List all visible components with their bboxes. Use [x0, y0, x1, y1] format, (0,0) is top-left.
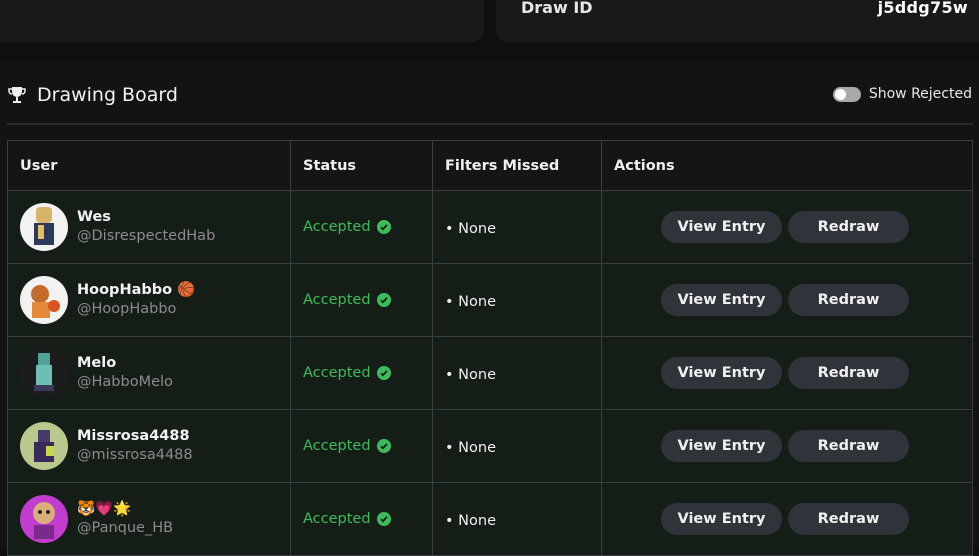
redraw-button[interactable]: Redraw — [788, 211, 909, 243]
header-status: Status — [290, 140, 433, 191]
filters-missed-value: • None — [445, 366, 496, 383]
user-handle[interactable]: @missrosa4488 — [77, 446, 193, 465]
user-cell: Missrosa4488 @missrosa4488 — [7, 409, 291, 483]
check-circle-icon — [376, 512, 391, 526]
actions-cell: View Entry Redraw — [601, 263, 973, 337]
user-handle[interactable]: @HoopHabbo — [77, 300, 195, 319]
filters-missed-value: • None — [445, 220, 496, 237]
table-row: Wes @DisrespectedHab Accepted • None Vie… — [7, 190, 973, 264]
avatar[interactable] — [20, 495, 68, 543]
user-cell: Melo @HabboMelo — [7, 336, 291, 410]
status-cell: Accepted — [290, 190, 433, 264]
user-handle[interactable]: @HabboMelo — [77, 373, 173, 392]
draw-id-label: Draw ID — [521, 0, 593, 17]
user-cell: 🐯💗🌟 @Panque_HB — [7, 482, 291, 556]
actions-cell: View Entry Redraw — [601, 336, 973, 410]
board-header: Drawing Board — [8, 84, 178, 106]
user-name: 🐯💗🌟 — [77, 501, 132, 517]
filters-cell: • None — [432, 336, 602, 410]
check-circle-icon — [376, 220, 391, 234]
user-name: Melo — [77, 355, 117, 371]
redraw-button[interactable]: Redraw — [788, 503, 909, 535]
show-rejected-toggle[interactable] — [832, 86, 861, 102]
view-entry-button[interactable]: View Entry — [661, 284, 782, 316]
filters-missed-value: • None — [445, 293, 496, 310]
entries-table: User Status Filters Missed Actions Wes @… — [7, 140, 973, 556]
view-entry-button[interactable]: View Entry — [661, 211, 782, 243]
check-circle-icon — [376, 293, 391, 307]
header-filters-missed: Filters Missed — [432, 140, 602, 191]
header-user: User — [7, 140, 291, 191]
filters-cell: • None — [432, 409, 602, 483]
status-cell: Accepted — [290, 263, 433, 337]
top-card-left — [0, 0, 484, 42]
redraw-button[interactable]: Redraw — [788, 430, 909, 462]
actions-cell: View Entry Redraw — [601, 482, 973, 556]
user-cell: HoopHabbo 🏀 @HoopHabbo — [7, 263, 291, 337]
header-actions: Actions — [601, 140, 973, 191]
show-rejected-label: Show Rejected — [868, 86, 972, 102]
filters-cell: • None — [432, 482, 602, 556]
status-text: Accepted — [303, 292, 371, 308]
board-title: Drawing Board — [37, 84, 178, 106]
status-text: Accepted — [303, 219, 371, 235]
avatar[interactable] — [20, 203, 68, 251]
redraw-button[interactable]: Redraw — [788, 284, 909, 316]
check-circle-icon — [376, 439, 391, 453]
header-divider — [7, 123, 973, 125]
status-cell: Accepted — [290, 336, 433, 410]
check-circle-icon — [376, 366, 391, 380]
user-name: HoopHabbo 🏀 — [77, 282, 196, 298]
status-text: Accepted — [303, 438, 371, 454]
filters-cell: • None — [432, 190, 602, 264]
avatar[interactable] — [20, 349, 68, 397]
view-entry-button[interactable]: View Entry — [661, 430, 782, 462]
table-row: Missrosa4488 @missrosa4488 Accepted • No… — [7, 409, 973, 483]
draw-id-value: j5ddg75w — [877, 0, 968, 17]
actions-cell: View Entry Redraw — [601, 409, 973, 483]
user-cell: Wes @DisrespectedHab — [7, 190, 291, 264]
status-cell: Accepted — [290, 409, 433, 483]
filters-missed-value: • None — [445, 512, 496, 529]
view-entry-button[interactable]: View Entry — [661, 503, 782, 535]
status-cell: Accepted — [290, 482, 433, 556]
user-name: Missrosa4488 — [77, 428, 190, 444]
view-entry-button[interactable]: View Entry — [661, 357, 782, 389]
filters-cell: • None — [432, 263, 602, 337]
trophy-icon — [8, 86, 26, 104]
status-text: Accepted — [303, 365, 371, 381]
table-row: 🐯💗🌟 @Panque_HB Accepted • None View Entr… — [7, 482, 973, 556]
user-handle[interactable]: @DisrespectedHab — [77, 227, 215, 246]
avatar[interactable] — [20, 276, 68, 324]
toggle-knob — [834, 88, 846, 100]
table-row: Melo @HabboMelo Accepted • None View Ent… — [7, 336, 973, 410]
actions-cell: View Entry Redraw — [601, 190, 973, 264]
redraw-button[interactable]: Redraw — [788, 357, 909, 389]
table-header-row: User Status Filters Missed Actions — [7, 140, 973, 191]
avatar[interactable] — [20, 422, 68, 470]
table-row: HoopHabbo 🏀 @HoopHabbo Accepted • None V… — [7, 263, 973, 337]
show-rejected-toggle-wrap[interactable]: Show Rejected — [832, 86, 972, 102]
user-handle[interactable]: @Panque_HB — [77, 519, 173, 538]
status-text: Accepted — [303, 511, 371, 527]
user-name: Wes — [77, 209, 111, 225]
filters-missed-value: • None — [445, 439, 496, 456]
